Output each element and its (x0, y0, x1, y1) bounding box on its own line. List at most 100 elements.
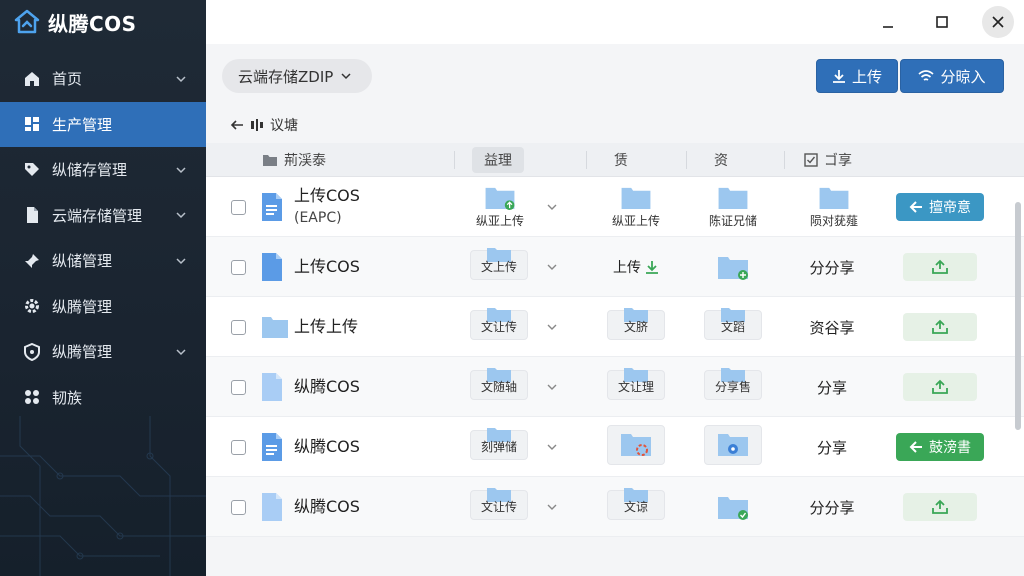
row-checkbox[interactable] (231, 320, 246, 335)
file-table: 荊渓泰 益理 赁 资 ゴ享 上传COS (EAPC) 纵亚上传 纵亚上传 陈证兄… (206, 143, 1024, 537)
chevron-down-icon[interactable] (546, 441, 558, 453)
sidebar-item-settings[interactable]: 纵腾管理 (0, 284, 206, 330)
download-icon (832, 70, 845, 83)
sidebar-nav: 首页 生产管理 纵储存管理 云端存储管理 纵储管理 纵腾管理 纵腾管理 韧族 (0, 56, 206, 420)
chevron-down-icon (176, 212, 186, 219)
upload-button[interactable]: 上传 (816, 59, 898, 93)
gear-icon (22, 296, 42, 316)
minimize-icon (883, 26, 893, 28)
column-header-c4[interactable]: 资 (714, 143, 728, 177)
file-icon (262, 373, 282, 401)
file-name-text: 上传上传 (294, 317, 359, 336)
row-checkbox[interactable] (231, 200, 246, 215)
tile-label: 文脐 (623, 320, 648, 334)
table-row[interactable]: 纵腾COS 文随轴 文让理 分享售 分享 (206, 357, 1024, 417)
table-row[interactable]: 上传COS (EAPC) 纵亚上传 纵亚上传 陈证兄储 陨对莸薤 擅帝意 (206, 177, 1024, 237)
tile-label: 文上传 (480, 260, 517, 274)
minimize-button[interactable] (872, 6, 904, 38)
row-share-button[interactable] (903, 493, 977, 521)
share-text[interactable]: 分分享 (804, 237, 860, 297)
folder-icon (621, 187, 651, 210)
breadcrumb-text[interactable]: 议塘 (270, 115, 298, 135)
column-header-name[interactable]: 荊渓泰 (262, 143, 326, 177)
scrollbar-thumb[interactable] (1015, 202, 1021, 430)
tile-label: 文谅 (623, 500, 648, 514)
share-text[interactable]: 分享 (804, 417, 860, 477)
back-arrow-icon[interactable] (230, 118, 244, 132)
file-name[interactable]: 纵腾COS (294, 417, 360, 477)
row-cell-c4[interactable] (703, 245, 763, 289)
tile-label: 文让传 (480, 500, 517, 514)
row-checkbox[interactable] (231, 440, 246, 455)
location-dropdown[interactable]: 云端存储ZDIP (222, 59, 372, 93)
share-text[interactable]: 分享 (804, 357, 860, 417)
table-row[interactable]: 上传上传 文让传 文脐 文蹈 资谷享 (206, 297, 1024, 357)
file-name[interactable]: 纵腾COS (294, 477, 360, 537)
share-button[interactable]: 分晾入 (900, 59, 1004, 93)
sidebar-item-storage-management[interactable]: 纵储管理 (0, 238, 206, 284)
sidebar-item-home[interactable]: 首页 (0, 56, 206, 102)
sidebar-item-production[interactable]: 生产管理 (0, 101, 206, 147)
maximize-button[interactable] (926, 6, 958, 38)
row-checkbox[interactable] (231, 500, 246, 515)
sidebar-item-storage[interactable]: 纵储存管理 (0, 147, 206, 193)
file-name[interactable]: 纵腾COS (294, 357, 360, 417)
column-divider (586, 151, 587, 169)
folder-error-icon (621, 434, 651, 456)
app-brand: 纵腾COS (0, 0, 206, 44)
file-name[interactable]: 上传COS (EAPC) (294, 177, 360, 237)
doc-icon (262, 193, 282, 221)
circuit-decoration (0, 416, 206, 576)
app-title: 纵腾COS (48, 11, 137, 36)
row-share-button[interactable] (903, 253, 977, 281)
row-action-button[interactable]: 鼓滂書 (896, 433, 984, 461)
file-name-text: 上传COS (294, 257, 360, 276)
row-checkbox[interactable] (231, 260, 246, 275)
sidebar-item-label: 韧族 (52, 388, 83, 407)
share-up-icon (932, 259, 948, 274)
chevron-down-icon[interactable] (546, 501, 558, 513)
row-cell-c3[interactable]: 纵亚上传 (606, 185, 666, 229)
row-checkbox[interactable] (231, 380, 246, 395)
chevron-down-icon (176, 167, 186, 173)
sidebar-item-label: 首页 (52, 70, 83, 89)
cell-caption: 陨对莸薤 (809, 214, 858, 228)
row-cell-c4[interactable] (703, 485, 763, 529)
wifi-icon (918, 70, 935, 81)
file-name[interactable]: 上传上传 (294, 297, 358, 357)
close-button[interactable] (982, 6, 1014, 38)
share-text[interactable]: 资谷享 (804, 297, 860, 357)
table-row[interactable]: 上传COS 文上传 上传 分分享 (206, 237, 1024, 297)
chevron-down-icon[interactable] (546, 321, 558, 333)
chevron-down-icon[interactable] (546, 201, 558, 213)
row-manage-cell[interactable]: 纵亚上传 (470, 185, 530, 229)
cell-text: 上传 (613, 260, 641, 276)
row-cell-c3[interactable]: 上传 (606, 245, 666, 289)
column-header-share[interactable]: ゴ享 (804, 143, 852, 177)
sidebar-item-label: 生产管理 (52, 115, 113, 134)
chevron-down-icon (176, 76, 186, 82)
folder-icon (718, 187, 748, 210)
row-action-button[interactable]: 擅帝意 (896, 193, 984, 221)
column-header-manage-label: 益理 (484, 153, 512, 169)
row-cell-c4[interactable]: 陈证兄储 (703, 185, 763, 229)
apps-icon (22, 387, 42, 407)
column-header-manage[interactable]: 益理 (472, 147, 524, 173)
sidebar-item-cloud-storage[interactable]: 云端存储管理 (0, 193, 206, 239)
table-row[interactable]: 纵腾COS 文让传 文谅 分分享 (206, 477, 1024, 537)
row-cell-c5[interactable]: 陨对莸薤 (804, 185, 864, 229)
sidebar-item-apps[interactable]: 韧族 (0, 375, 206, 421)
row-share-button[interactable] (903, 313, 977, 341)
table-header: 荊渓泰 益理 赁 资 ゴ享 (206, 143, 1024, 177)
tag-icon (22, 160, 42, 180)
sidebar-item-label: 纵储管理 (52, 252, 113, 271)
row-share-button[interactable] (903, 373, 977, 401)
sidebar-item-security[interactable]: 纵腾管理 (0, 329, 206, 375)
file-name[interactable]: 上传COS (294, 237, 360, 297)
breadcrumb: 议塘 (230, 114, 298, 136)
column-header-c3[interactable]: 赁 (614, 143, 628, 177)
chevron-down-icon[interactable] (546, 261, 558, 273)
table-row[interactable]: 纵腾COS 刻弹储 分享 鼓滂書 (206, 417, 1024, 477)
share-text[interactable]: 分分享 (804, 477, 860, 537)
chevron-down-icon[interactable] (546, 381, 558, 393)
